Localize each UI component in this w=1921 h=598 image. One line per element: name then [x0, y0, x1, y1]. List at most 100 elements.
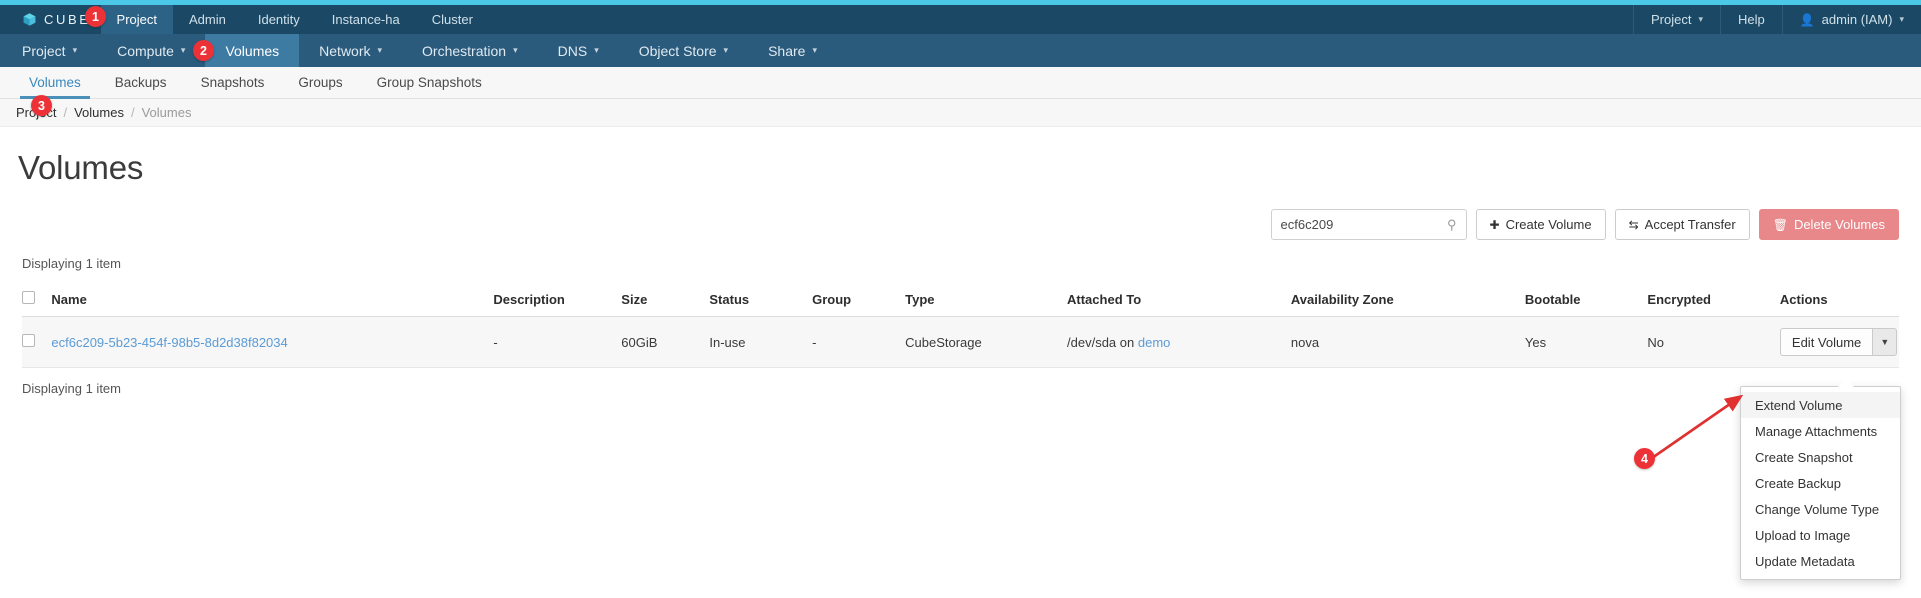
chevron-down-icon: ▾: [72, 45, 78, 55]
menu-item-update-metadata[interactable]: Update Metadata: [1741, 548, 1900, 574]
help-link[interactable]: Help: [1719, 5, 1782, 34]
displaying-count-top: Displaying 1 item: [22, 256, 121, 271]
header-description[interactable]: Description: [493, 285, 622, 317]
table-row[interactable]: ecf6c209-5b23-454f-98b5-8d2d38f82034 - 6…: [22, 316, 1899, 368]
plus-icon: ✚: [1489, 217, 1500, 232]
caret-down-icon[interactable]: ▼: [1872, 328, 1898, 356]
topbar-item-label: Instance-ha: [331, 12, 400, 27]
volume-name-link[interactable]: ecf6c209-5b23-454f-98b5-8d2d38f82034: [51, 335, 287, 350]
breadcrumb: Project / Volumes / Volumes: [0, 99, 1921, 127]
create-volume-button[interactable]: ✚ Create Volume: [1475, 209, 1606, 240]
tab-group-snapshots[interactable]: Group Snapshots: [360, 67, 499, 98]
header-type[interactable]: Type: [905, 285, 1068, 317]
chevron-down-icon: ▾: [812, 45, 817, 55]
header-group[interactable]: Group: [812, 285, 906, 317]
header-encrypted[interactable]: Encrypted: [1647, 285, 1780, 317]
search-icon[interactable]: ⚲: [1447, 217, 1457, 233]
edit-volume-button[interactable]: Edit Volume: [1779, 328, 1873, 356]
tab-groups[interactable]: Groups: [281, 67, 359, 98]
dropdown-pointer: [1838, 379, 1854, 387]
menu-item-manage-attachments[interactable]: Manage Attachments: [1741, 418, 1900, 444]
menu-item-upload-to-image[interactable]: Upload to Image: [1741, 522, 1900, 548]
breadcrumb-item-volumes[interactable]: Volumes: [74, 105, 124, 120]
nav-item-volumes[interactable]: Volumes: [205, 34, 300, 67]
row-select-cell: [22, 316, 52, 368]
header-availability-zone[interactable]: Availability Zone: [1290, 285, 1525, 317]
project-switcher-label: Project: [1650, 12, 1692, 27]
chevron-down-icon: ▾: [1899, 14, 1904, 24]
chevron-down-icon: ▾: [180, 45, 186, 55]
nav-item-object-store[interactable]: Object Store ▾: [619, 34, 748, 67]
nav-item-label: Volumes: [225, 42, 280, 59]
annotation-badge-2: 2: [193, 40, 214, 61]
cell-name: ecf6c209-5b23-454f-98b5-8d2d38f82034: [51, 316, 494, 368]
delete-volumes-button[interactable]: 🗑 Delete Volumes: [1758, 209, 1899, 240]
cell-bootable: Yes: [1524, 316, 1648, 368]
accept-transfer-button[interactable]: ⇆ Accept Transfer: [1614, 209, 1750, 240]
nav-item-network[interactable]: Network ▾: [299, 34, 402, 67]
annotation-badge-3: 3: [31, 95, 52, 116]
annotation-badge-4: 4: [1634, 448, 1655, 469]
tab-label: Group Snapshots: [376, 75, 482, 90]
search-input[interactable]: ecf6c209 ⚲: [1270, 209, 1467, 240]
topbar-item-label: Cluster: [431, 12, 473, 27]
project-switcher[interactable]: Project ▾: [1632, 5, 1720, 34]
topbar-item-identity[interactable]: Identity: [242, 5, 316, 34]
nav-item-label: Network: [319, 42, 371, 59]
tab-bar: Volumes Backups Snapshots Groups Group S…: [0, 67, 1921, 99]
topbar-item-cluster[interactable]: Cluster: [416, 5, 489, 34]
nav-item-dns[interactable]: DNS ▾: [538, 34, 619, 67]
tab-label: Backups: [114, 75, 167, 90]
edit-volume-split-button: Edit Volume ▼: [1779, 328, 1898, 356]
page-title: Volumes: [18, 149, 144, 186]
menu-item-create-backup[interactable]: Create Backup: [1741, 470, 1900, 496]
menu-item-extend-volume[interactable]: Extend Volume: [1741, 392, 1900, 418]
help-label: Help: [1737, 12, 1765, 27]
cell-actions: Edit Volume ▼: [1779, 316, 1899, 368]
transfer-arrows-icon: ⇆: [1628, 217, 1639, 232]
tab-backups[interactable]: Backups: [98, 67, 184, 98]
topbar-right-group: Project ▾ Help 👤 admin (IAM) ▾: [1632, 5, 1921, 34]
header-attached-to[interactable]: Attached To: [1067, 285, 1291, 317]
header-name[interactable]: Name: [51, 285, 494, 317]
volume-actions-dropdown: Extend Volume Manage Attachments Create …: [1740, 386, 1901, 580]
nav-item-orchestration[interactable]: Orchestration ▾: [402, 34, 538, 67]
cell-encrypted: No: [1647, 316, 1780, 368]
displaying-count-bottom: Displaying 1 item: [22, 381, 121, 396]
action-toolbar: ecf6c209 ⚲ ✚ Create Volume ⇆ Accept Tran…: [0, 187, 1921, 240]
search-input-value: ecf6c209: [1280, 217, 1334, 232]
annotation-arrow: [1651, 394, 1744, 460]
header-status[interactable]: Status: [709, 285, 813, 317]
tab-snapshots[interactable]: Snapshots: [184, 67, 282, 98]
header-size[interactable]: Size: [621, 285, 710, 317]
volumes-table: Name Description Size Status Group Type …: [22, 285, 1899, 368]
header-bootable[interactable]: Bootable: [1524, 285, 1648, 317]
chevron-down-icon: ▾: [377, 45, 383, 55]
select-all-checkbox[interactable]: [22, 291, 35, 304]
nav-item-label: Object Store: [638, 42, 717, 59]
topbar-item-project[interactable]: Project: [100, 5, 173, 34]
tab-label: Snapshots: [200, 75, 265, 90]
row-checkbox[interactable]: [22, 334, 35, 347]
nav-item-label: Compute: [117, 42, 174, 59]
nav-item-compute[interactable]: Compute ▾: [97, 34, 205, 67]
topbar-item-label: Identity: [257, 12, 300, 27]
topbar-item-instance-ha[interactable]: Instance-ha: [316, 5, 416, 34]
tab-volumes[interactable]: Volumes: [12, 67, 98, 99]
nav-item-share[interactable]: Share ▾: [748, 34, 837, 67]
attached-device: /dev/sda on: [1067, 334, 1135, 350]
topbar-item-admin[interactable]: Admin: [173, 5, 242, 34]
user-menu[interactable]: 👤 admin (IAM) ▾: [1781, 5, 1921, 34]
menu-item-create-snapshot[interactable]: Create Snapshot: [1741, 444, 1900, 470]
nav-item-project[interactable]: Project ▾: [0, 34, 97, 67]
attached-instance-link[interactable]: demo: [1138, 335, 1171, 350]
header-actions: Actions: [1779, 285, 1899, 317]
menu-item-change-volume-type[interactable]: Change Volume Type: [1741, 496, 1900, 522]
annotation-badge-1: 1: [85, 6, 106, 27]
cell-group: -: [812, 316, 906, 368]
table-header-row: Name Description Size Status Group Type …: [22, 285, 1899, 317]
cell-attached-to: /dev/sda on demo: [1067, 316, 1291, 368]
breadcrumb-separator: /: [63, 105, 68, 120]
tab-label: Groups: [298, 75, 343, 90]
secondary-navbar: Project ▾ Compute ▾ Volumes Network ▾ Or…: [0, 34, 1921, 67]
